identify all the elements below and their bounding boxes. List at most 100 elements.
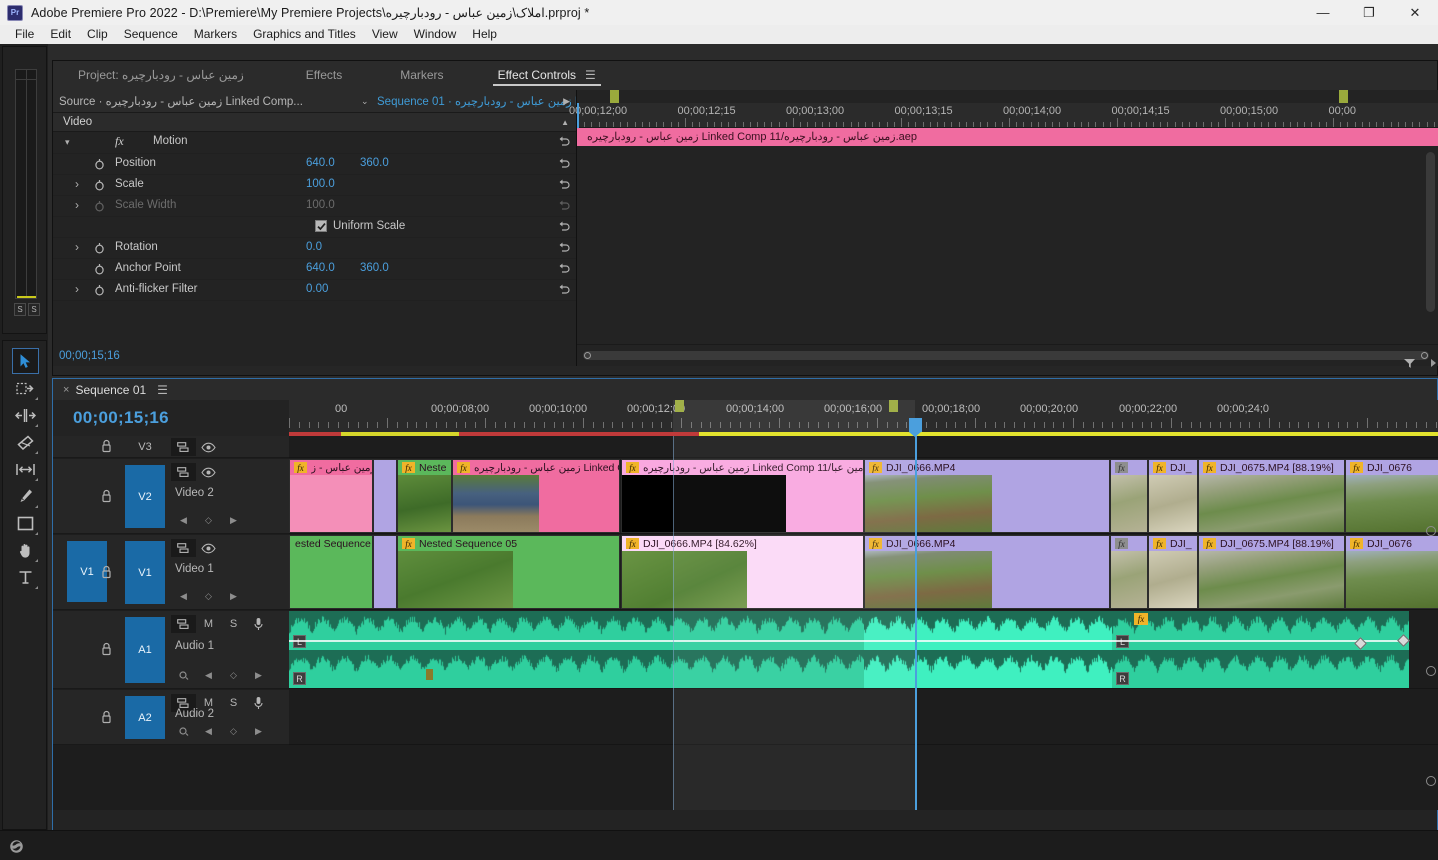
microphone-icon[interactable] xyxy=(246,615,271,633)
track-visibility-eye-icon[interactable] xyxy=(196,539,221,557)
clip-v1-6[interactable]: fx DJI_ xyxy=(1148,535,1198,609)
close-button[interactable]: ✕ xyxy=(1392,0,1438,25)
param-value-1[interactable]: 640.0 xyxy=(306,262,335,274)
track-visibility-eye-icon[interactable] xyxy=(196,438,221,456)
meter-solo-right[interactable]: S xyxy=(28,303,40,316)
clip-fx-badge-icon[interactable]: fx xyxy=(1350,462,1363,473)
stopwatch-icon[interactable] xyxy=(94,179,105,191)
reset-icon[interactable] xyxy=(557,135,570,151)
clip-v1-7[interactable]: fx DJI_0675.MP4 [88.19%] xyxy=(1198,535,1345,609)
clip-fx-badge-icon[interactable]: fx xyxy=(402,538,415,549)
menu-item-sequence[interactable]: Sequence xyxy=(116,25,186,44)
timeline-vertical-scroll-handle[interactable] xyxy=(1426,666,1436,676)
reset-icon[interactable] xyxy=(557,241,570,257)
clip-v1-5[interactable]: fx xyxy=(1110,535,1148,609)
clip-fx-badge-icon[interactable]: fx xyxy=(1115,462,1128,473)
param-value-1[interactable]: 640.0 xyxy=(306,157,335,169)
pen-tool[interactable] xyxy=(12,483,39,509)
track-header-v1[interactable]: V1 V1 Video 1 ◀ ◇ ▶ xyxy=(53,535,289,610)
hand-tool[interactable] xyxy=(12,537,39,563)
track-select-forward-tool[interactable] xyxy=(12,375,39,401)
source-clip-label[interactable]: Source · زمین عباس - رودبارچیره Linked C… xyxy=(53,94,303,108)
track-sync-lock-icon[interactable] xyxy=(171,615,196,633)
clip-fx-badge-icon[interactable]: fx xyxy=(294,462,307,473)
menu-item-clip[interactable]: Clip xyxy=(79,25,116,44)
twirl-closed-icon[interactable]: › xyxy=(75,177,84,191)
track-solo-button[interactable]: S xyxy=(221,694,246,712)
menu-item-graphics-and-titles[interactable]: Graphics and Titles xyxy=(245,25,364,44)
previous-keyframe-icon[interactable]: ◀ xyxy=(196,667,221,683)
clip-fx-badge-icon[interactable]: fx xyxy=(457,462,470,473)
add-keyframe-icon[interactable]: ◇ xyxy=(196,588,221,604)
timeline-vertical-scroll-handle[interactable] xyxy=(1426,526,1436,536)
filter-icon[interactable] xyxy=(1403,357,1417,373)
track-number-a1[interactable]: A1 xyxy=(125,617,165,683)
param-value-1[interactable]: 100.0 xyxy=(306,199,335,211)
clip-v2-7[interactable]: fx DJI_ xyxy=(1148,459,1198,533)
track-number-a2[interactable]: A2 xyxy=(125,696,165,739)
clip-fx-badge-icon[interactable]: fx xyxy=(402,462,415,473)
track-solo-button[interactable]: S xyxy=(221,615,246,633)
clip-v2-3[interactable]: fx زمین عباس - رودبارچیره Linked C xyxy=(452,459,620,533)
previous-keyframe-icon[interactable]: ◀ xyxy=(196,723,221,739)
clip-fx-badge-icon[interactable]: fx xyxy=(1115,538,1128,549)
ripple-edit-tool[interactable] xyxy=(12,402,39,428)
audio-clip-fx-badge-icon[interactable]: fx xyxy=(1134,613,1148,625)
reset-icon[interactable] xyxy=(557,262,570,278)
timeline-playhead[interactable] xyxy=(915,436,917,810)
playhead-timecode[interactable]: 00;00;15;16 xyxy=(73,408,169,428)
track-lock-icon[interactable] xyxy=(101,489,112,506)
clip-fx-badge-icon[interactable]: fx xyxy=(1350,538,1363,549)
track-header-a1[interactable]: A1 M S Audio 1 ◀ ◇ ▶ xyxy=(53,611,289,689)
clip-fx-badge-icon[interactable]: fx xyxy=(626,538,639,549)
track-number-v1[interactable]: V1 xyxy=(125,541,165,604)
next-keyframe-icon[interactable]: ▶ xyxy=(246,667,271,683)
track-mute-button[interactable]: M xyxy=(196,615,221,633)
reset-icon[interactable] xyxy=(557,178,570,194)
stopwatch-icon[interactable] xyxy=(94,242,105,254)
clip-fx-badge-icon[interactable]: fx xyxy=(1203,538,1216,549)
effect-param-row[interactable]: › Scale 100.0 xyxy=(53,175,576,196)
next-keyframe-icon[interactable]: ▶ xyxy=(221,588,246,604)
clip-fx-badge-icon[interactable]: fx xyxy=(1153,538,1166,549)
audio-keyframe-menu-icon[interactable] xyxy=(171,723,196,739)
effect-param-row[interactable]: › Anti-flicker Filter 0.00 xyxy=(53,280,576,301)
track-header-v3[interactable]: V3 xyxy=(53,436,289,458)
track-sync-lock-icon[interactable] xyxy=(171,539,196,557)
clip-v2-8[interactable]: fx DJI_0675.MP4 [88.19%] xyxy=(1198,459,1345,533)
twirl-closed-icon[interactable]: › xyxy=(75,198,84,212)
minimize-button[interactable]: — xyxy=(1300,0,1346,25)
timeline-vertical-scroll-handle[interactable] xyxy=(1426,776,1436,786)
timeline-ruler[interactable]: 00 00;00;08;00 00;00;10;00 00;00;12;00 00;00… xyxy=(289,400,1438,437)
effect-row-motion[interactable]: ▾ fx Motion xyxy=(53,132,576,154)
ec-tab-1[interactable]: Effects xyxy=(293,61,355,90)
stopwatch-icon[interactable] xyxy=(94,263,105,275)
menu-item-file[interactable]: File xyxy=(7,25,42,44)
sequence-marker-right-icon[interactable] xyxy=(1339,90,1348,107)
checkbox-checked-icon[interactable] xyxy=(315,220,327,232)
chevron-down-icon[interactable]: ⌄ xyxy=(361,96,369,107)
add-keyframe-icon[interactable]: ◇ xyxy=(221,667,246,683)
selection-tool[interactable] xyxy=(12,348,39,374)
twirl-closed-icon[interactable]: › xyxy=(75,282,84,296)
track-sync-lock-icon[interactable] xyxy=(171,438,196,456)
clip-v1-0[interactable]: ested Sequence 04 xyxy=(289,535,373,609)
track-lock-icon[interactable] xyxy=(101,710,112,727)
clip-v1-1[interactable] xyxy=(373,535,397,609)
reset-icon[interactable] xyxy=(557,199,570,215)
panel-menu-icon[interactable]: ☰ xyxy=(157,383,168,397)
clip-fx-badge-icon[interactable]: fx xyxy=(1203,462,1216,473)
stopwatch-icon[interactable] xyxy=(94,158,105,170)
effect-param-row[interactable]: Position 640.0 360.0 xyxy=(53,154,576,175)
effect-controls-clip-bar[interactable]: زمین عباس - رودبارچیره Linked Comp 11/زم… xyxy=(577,128,1438,146)
add-keyframe-icon[interactable]: ◇ xyxy=(196,512,221,528)
effect-param-row[interactable]: Uniform Scale xyxy=(53,217,576,238)
effect-controls-vertical-scrollbar[interactable] xyxy=(1426,152,1435,312)
collapse-triangle-icon[interactable]: ▲ xyxy=(561,118,569,127)
tab-sequence-01[interactable]: Sequence 01 xyxy=(75,383,146,397)
audio-clip-2[interactable]: LRfx xyxy=(1112,611,1409,688)
param-value-2[interactable]: 360.0 xyxy=(360,262,389,274)
clip-v1-2[interactable]: fx Nested Sequence 05 xyxy=(397,535,620,609)
clip-fx-badge-icon[interactable]: fx xyxy=(626,462,639,473)
slip-tool[interactable] xyxy=(12,456,39,482)
